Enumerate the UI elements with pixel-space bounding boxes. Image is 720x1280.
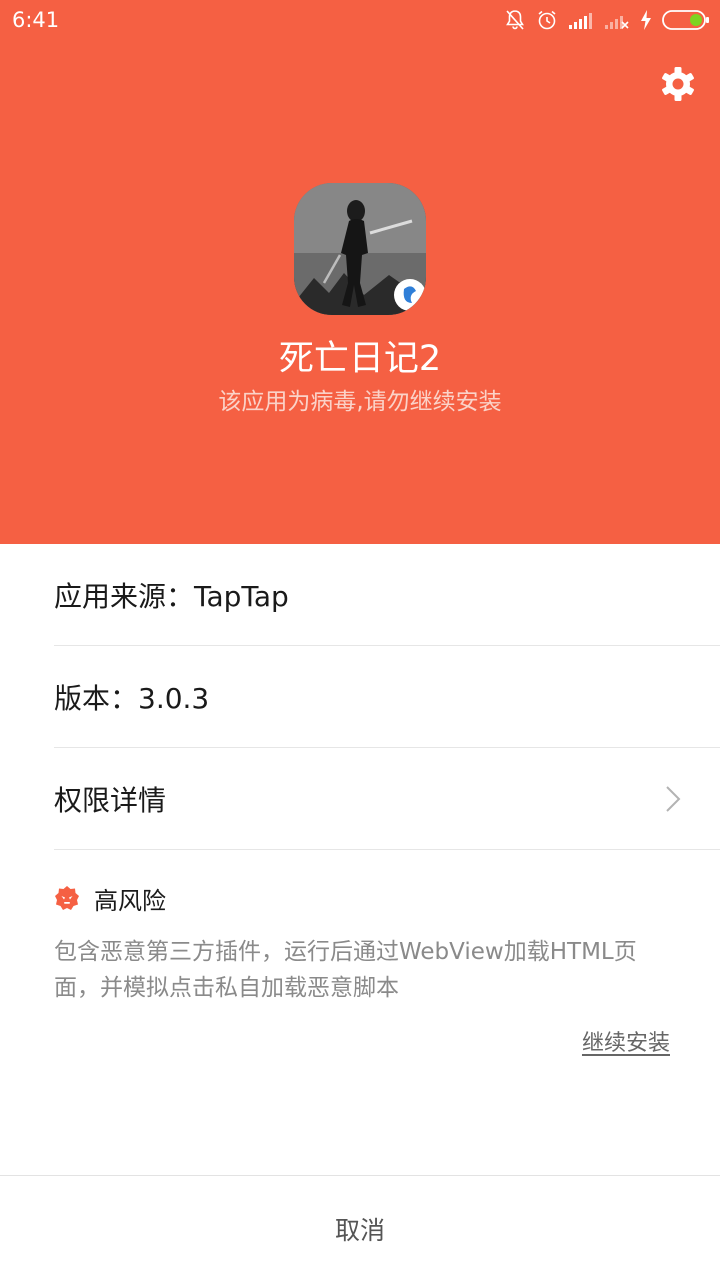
warning-bug-icon — [54, 885, 80, 911]
gear-icon[interactable] — [656, 62, 700, 106]
permission-details-row[interactable]: 权限详情 — [54, 748, 720, 850]
virus-warning: 该应用为病毒,请勿继续安装 — [218, 389, 502, 415]
risk-description: 包含恶意第三方插件，运行后通过WebView加载HTML页面，并模拟点击私自加载… — [54, 939, 637, 1001]
cancel-button[interactable]: 取消 — [0, 1176, 720, 1280]
alarm-icon — [536, 9, 558, 31]
status-bar: 6:41 — [0, 0, 720, 40]
header-panel: 6:41 死亡日记2 该应用为病毒,请勿继续安装 — [0, 0, 720, 544]
continue-install-link[interactable]: 继续安装 — [582, 1025, 670, 1057]
app-name: 死亡日记2 — [278, 339, 442, 379]
risk-level-label: 高风险 — [94, 886, 166, 915]
battery-icon — [662, 10, 710, 30]
charging-icon — [640, 10, 652, 30]
signal-none-icon — [604, 11, 630, 29]
version-row: 版本：3.0.3 — [54, 646, 720, 748]
bell-muted-icon — [504, 9, 526, 31]
version-label: 版本：3.0.3 — [54, 681, 210, 715]
chevron-right-icon — [664, 785, 682, 813]
app-source-label: 应用来源：TapTap — [54, 579, 289, 613]
bottom-bar: 取消 — [0, 1175, 720, 1280]
app-icon — [294, 183, 426, 315]
permission-details-label: 权限详情 — [54, 783, 167, 817]
app-source-row: 应用来源：TapTap — [54, 544, 720, 646]
status-time: 6:41 — [12, 8, 60, 32]
signal-icon — [568, 11, 594, 29]
risk-level: 高风险 — [54, 880, 166, 916]
